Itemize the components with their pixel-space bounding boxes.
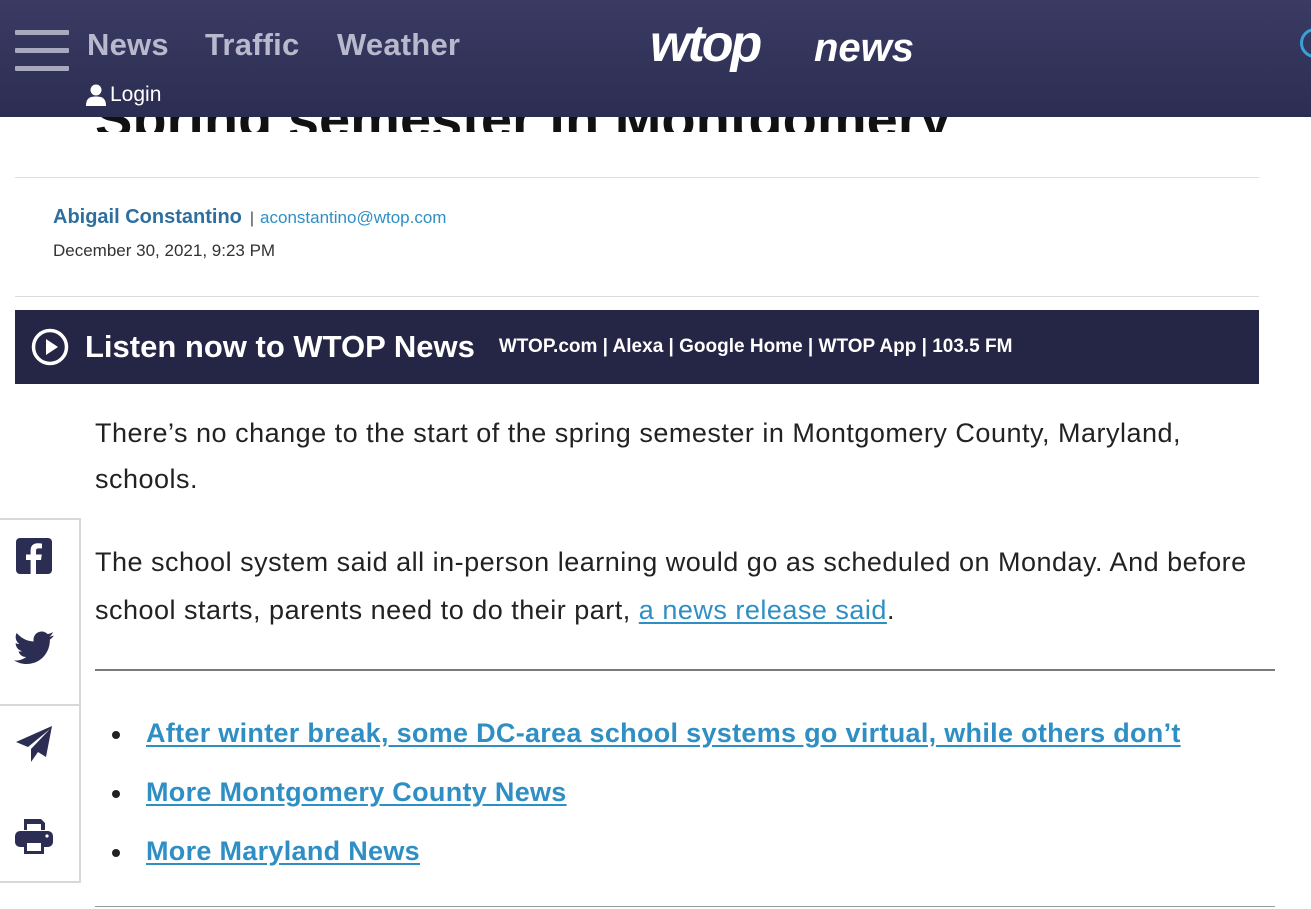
- search-icon[interactable]: [1300, 28, 1311, 58]
- send-icon[interactable]: [14, 724, 54, 764]
- author-email-link[interactable]: aconstantino@wtop.com: [260, 208, 446, 228]
- facebook-icon[interactable]: [16, 538, 52, 574]
- related-link[interactable]: More Maryland News: [146, 836, 420, 867]
- listen-banner[interactable]: Listen now to WTOP News WTOP.com | Alexa…: [15, 310, 1259, 384]
- share-divider: [0, 704, 79, 706]
- author-link[interactable]: Abigail Constantino: [53, 206, 242, 229]
- related-links: After winter break, some DC-area school …: [112, 704, 1181, 881]
- divider: [15, 296, 1259, 297]
- list-item: More Montgomery County News: [112, 763, 1181, 822]
- menu-icon[interactable]: [15, 30, 69, 71]
- list-item: After winter break, some DC-area school …: [112, 704, 1181, 763]
- share-bar: [0, 518, 81, 883]
- nav-news[interactable]: News: [87, 27, 169, 63]
- play-icon[interactable]: [31, 328, 69, 366]
- login-button[interactable]: Login: [86, 82, 161, 108]
- logo-light-text: news: [814, 26, 914, 70]
- logo-bold-text: wtop: [650, 16, 762, 73]
- paragraph: The school system said all in-person lea…: [95, 538, 1270, 634]
- divider: [95, 906, 1275, 907]
- divider: [95, 669, 1275, 671]
- related-link[interactable]: After winter break, some DC-area school …: [146, 718, 1181, 749]
- wtop-news-logo[interactable]: wtop news: [650, 16, 930, 78]
- twitter-icon[interactable]: [14, 630, 54, 666]
- list-item: More Maryland News: [112, 822, 1181, 881]
- listen-title: Listen now to WTOP News: [85, 329, 475, 364]
- byline: Abigail Constantino | aconstantino@wtop.…: [53, 206, 446, 229]
- site-header: News Traffic Weather Login wtop news: [0, 0, 1311, 117]
- user-icon: [86, 84, 106, 106]
- news-release-link[interactable]: a news release said: [639, 595, 887, 625]
- print-icon[interactable]: [14, 816, 54, 856]
- divider: [15, 177, 1259, 178]
- publish-date: December 30, 2021, 9:23 PM: [53, 241, 276, 260]
- byline-separator: |: [249, 210, 255, 227]
- nav-traffic[interactable]: Traffic: [205, 27, 299, 63]
- related-link[interactable]: More Montgomery County News: [146, 777, 567, 808]
- paragraph-end: .: [886, 595, 895, 625]
- paragraph: There’s no change to the start of the sp…: [95, 418, 1182, 494]
- listen-platforms: WTOP.com | Alexa | Google Home | WTOP Ap…: [498, 336, 1013, 357]
- nav-weather[interactable]: Weather: [337, 27, 460, 63]
- login-label: Login: [110, 83, 162, 106]
